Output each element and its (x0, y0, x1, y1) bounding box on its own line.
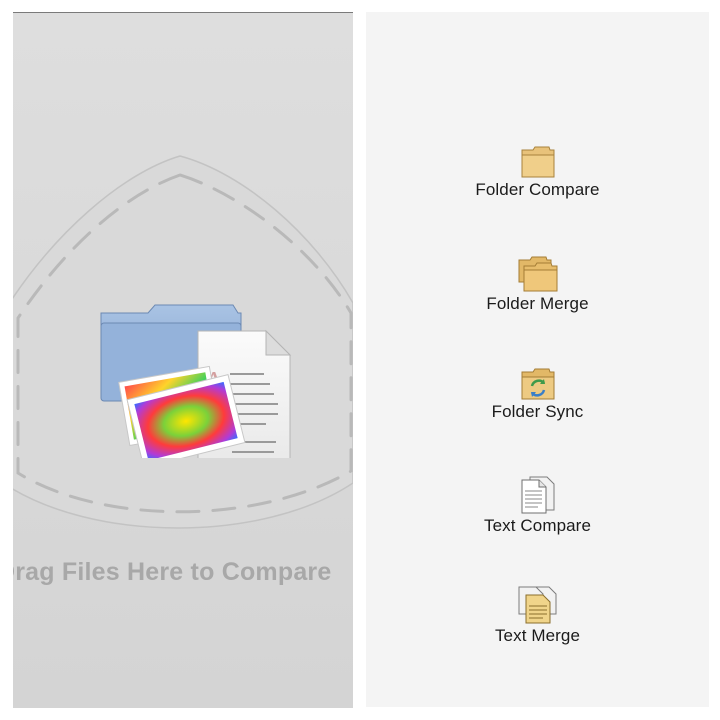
folder-merge-label: Folder Merge (486, 294, 589, 313)
text-compare-label: Text Compare (483, 516, 592, 535)
text-merge-button[interactable]: Text Merge (366, 586, 709, 686)
documents-icon (521, 476, 554, 514)
folder-sync-label: Folder Sync (491, 402, 584, 421)
folder-merge-button[interactable]: Folder Merge (366, 256, 709, 356)
text-compare-button[interactable]: Text Compare (366, 476, 709, 576)
folder-compare-button[interactable]: Folder Compare (366, 146, 709, 246)
drop-area[interactable]: A Drag Files Here to Compare (13, 12, 353, 708)
folder-icon (521, 146, 554, 178)
text-merge-label: Text Merge (494, 626, 581, 645)
actions-panel: Folder Compare Folder Merge Folder Sync (366, 12, 709, 707)
files-and-folder-icon: A (100, 304, 292, 458)
folder-sync-button[interactable]: Folder Sync (366, 368, 709, 468)
documents-merge-icon (518, 586, 556, 624)
folder-merge-icon (518, 256, 557, 292)
folder-compare-label: Folder Compare (475, 180, 600, 199)
folder-sync-icon (521, 368, 554, 400)
drop-zone-shape (13, 155, 353, 529)
drop-hint-label: Drag Files Here to Compare (13, 558, 332, 586)
